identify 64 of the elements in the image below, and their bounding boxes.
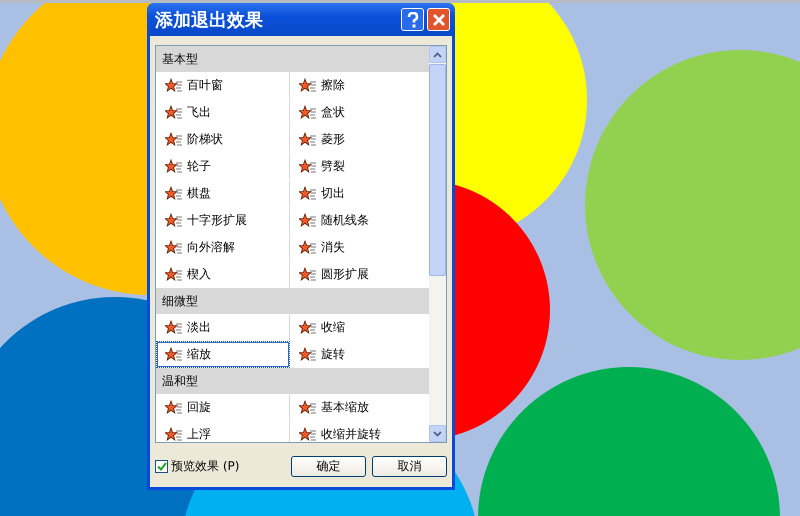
star-effect-icon — [299, 400, 317, 416]
effect-item[interactable]: 收缩并旋转 — [290, 421, 425, 442]
help-button[interactable] — [401, 8, 424, 31]
effect-item[interactable]: 十字形扩展 — [156, 207, 290, 234]
star-effect-icon — [299, 212, 317, 228]
star-effect-icon — [165, 158, 183, 174]
checkbox-label: 预览效果 (P) — [171, 458, 240, 475]
star-effect-icon — [299, 104, 317, 120]
scroll-up-button[interactable] — [429, 46, 446, 63]
help-icon — [406, 12, 420, 28]
group-header: 细微型 — [156, 288, 429, 314]
star-effect-icon — [165, 346, 183, 362]
star-effect-icon — [165, 266, 183, 282]
effect-item[interactable]: 向外溶解 — [156, 234, 290, 261]
effect-item[interactable]: 轮子 — [156, 153, 290, 180]
effect-item[interactable]: 劈裂 — [290, 153, 425, 180]
effect-item[interactable]: 缩放 — [156, 341, 290, 368]
effect-item[interactable]: 菱形 — [290, 126, 425, 153]
star-effect-icon — [165, 400, 183, 416]
star-effect-icon — [165, 132, 183, 148]
effect-item[interactable]: 盒状 — [290, 99, 425, 126]
effect-item[interactable]: 切出 — [290, 180, 425, 207]
effect-item[interactable]: 随机线条 — [290, 207, 425, 234]
window-title: 添加退出效果 — [155, 8, 264, 32]
star-effect-icon — [299, 78, 317, 94]
scroll-thumb[interactable] — [429, 64, 446, 276]
star-effect-icon — [299, 186, 317, 202]
ok-button[interactable]: 确定 — [291, 456, 366, 477]
group-header: 基本型 — [156, 46, 429, 72]
star-effect-icon — [165, 104, 183, 120]
star-effect-icon — [165, 212, 183, 228]
effect-item[interactable]: 淡出 — [156, 314, 290, 341]
effect-item[interactable]: 回旋 — [156, 394, 290, 421]
effect-item[interactable]: 百叶窗 — [156, 72, 290, 99]
effect-item[interactable]: 上浮 — [156, 421, 290, 442]
star-effect-icon — [299, 266, 317, 282]
effect-item[interactable]: 圆形扩展 — [290, 261, 425, 288]
star-effect-icon — [165, 78, 183, 94]
star-effect-icon — [299, 132, 317, 148]
star-effect-icon — [299, 158, 317, 174]
close-button[interactable] — [427, 8, 450, 31]
effect-item[interactable]: 基本缩放 — [290, 394, 425, 421]
scroll-bar[interactable] — [429, 46, 446, 442]
star-effect-icon — [165, 240, 183, 256]
star-effect-icon — [165, 320, 183, 336]
star-effect-icon — [299, 426, 317, 442]
effect-item[interactable]: 消失 — [290, 234, 425, 261]
star-effect-icon — [299, 240, 317, 256]
scroll-down-button[interactable] — [429, 425, 446, 442]
effect-item[interactable]: 飞出 — [156, 99, 290, 126]
close-icon — [432, 12, 446, 26]
star-effect-icon — [165, 186, 183, 202]
preview-checkbox[interactable] — [155, 460, 168, 473]
effect-item[interactable]: 收缩 — [290, 314, 425, 341]
effect-item[interactable]: 擦除 — [290, 72, 425, 99]
effect-item[interactable]: 棋盘 — [156, 180, 290, 207]
group-header: 温和型 — [156, 368, 429, 394]
star-effect-icon — [165, 426, 183, 442]
effect-item[interactable]: 阶梯状 — [156, 126, 290, 153]
star-effect-icon — [299, 346, 317, 362]
effect-item[interactable]: 旋转 — [290, 341, 425, 368]
check-icon — [156, 462, 166, 471]
star-effect-icon — [299, 320, 317, 336]
cancel-button[interactable]: 取消 — [372, 456, 447, 477]
